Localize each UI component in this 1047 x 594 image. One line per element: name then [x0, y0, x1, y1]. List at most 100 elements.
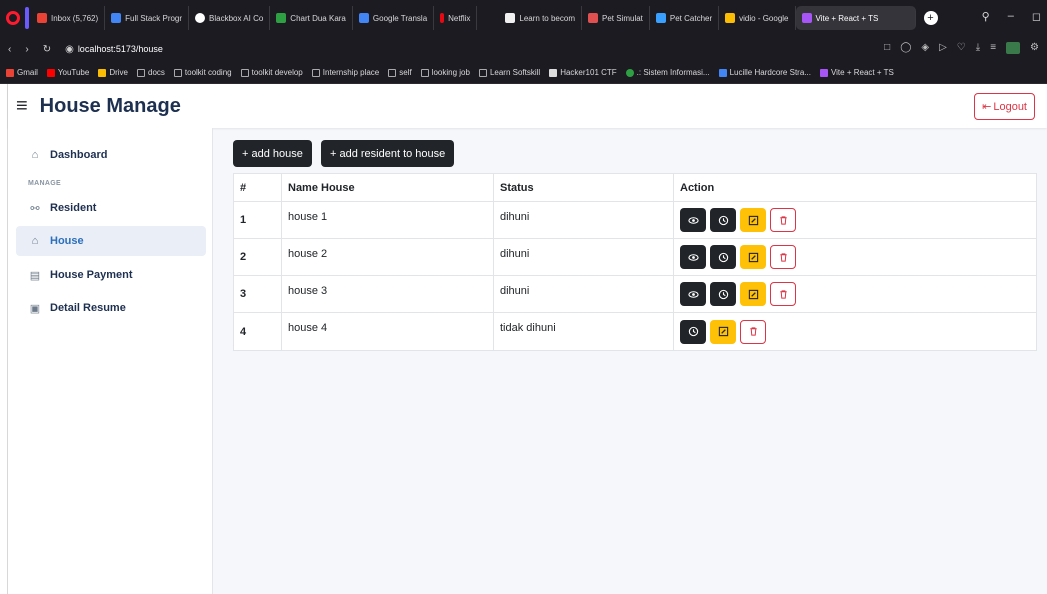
browser-tab[interactable]: Chart Dua Kara: [270, 6, 353, 30]
hamburger-menu-icon[interactable]: ≡: [16, 95, 28, 118]
folder-icon: [311, 68, 320, 77]
play-icon[interactable]: ▷: [939, 42, 947, 54]
heart-icon[interactable]: ♡: [957, 42, 966, 54]
browser-tab[interactable]: Netflix: [434, 6, 478, 30]
sidebar-item-label: Dashboard: [50, 149, 108, 161]
browser-tab[interactable]: vidio - Google: [719, 6, 796, 30]
browser-tab[interactable]: Blackbox AI Co: [189, 6, 271, 30]
history-button[interactable]: [710, 245, 736, 269]
bookmark-item[interactable]: Gmail: [6, 68, 38, 77]
history-button[interactable]: [710, 282, 736, 306]
bookmark-folder[interactable]: docs: [137, 68, 165, 77]
bookmark-item[interactable]: Hacker101 CTF: [549, 68, 617, 77]
page-icon: [549, 68, 558, 77]
house-status: tidak dihuni: [494, 313, 674, 350]
minimize-icon[interactable]: –: [1008, 10, 1014, 23]
action-cell: [674, 313, 1036, 350]
browser-tab[interactable]: Learn to becom: [499, 6, 582, 30]
browser-tab[interactable]: Full Stack Progr: [105, 6, 190, 30]
delete-button[interactable]: [770, 208, 796, 232]
bookmark-item[interactable]: .: Sistem Informasi...: [625, 68, 710, 77]
house-status: dihuni: [494, 276, 674, 312]
search-tabs-icon[interactable]: ⚲: [982, 10, 990, 23]
sidebar-item-label: House: [50, 235, 84, 247]
settings-icon[interactable]: ⚙: [1030, 42, 1039, 54]
delete-button[interactable]: [770, 282, 796, 306]
column-header: Name House: [282, 174, 494, 201]
edit-button[interactable]: [740, 208, 766, 232]
view-button[interactable]: [680, 208, 706, 232]
game-icon: [655, 13, 666, 23]
logout-label: Logout: [993, 100, 1027, 113]
menu-icon[interactable]: ≡: [990, 42, 996, 54]
snap-icon[interactable]: ◻: [1032, 10, 1041, 23]
logout-icon: ⇤: [982, 101, 992, 113]
translate-icon: [358, 13, 369, 23]
logout-button[interactable]: ⇤ Logout: [974, 93, 1035, 120]
action-cell: [674, 239, 1036, 275]
bookmark-item[interactable]: Drive: [98, 68, 128, 77]
sidebar-item-house[interactable]: ⌂ House: [16, 226, 206, 256]
browser-tab-active[interactable]: Vite + React + TS: [795, 6, 916, 30]
edit-button[interactable]: [740, 245, 766, 269]
shield-icon[interactable]: ◈: [921, 42, 929, 54]
bookmark-item[interactable]: Lucille Hardcore Stra...: [718, 68, 811, 77]
action-cell: [674, 276, 1036, 312]
view-button[interactable]: [680, 245, 706, 269]
view-button[interactable]: [680, 282, 706, 306]
browser-tab[interactable]: Pet Simulat: [582, 6, 650, 30]
sidebar-item-resident[interactable]: ⚯ Resident: [16, 193, 206, 223]
add-house-button[interactable]: + add house: [233, 140, 312, 167]
bookmark-folder[interactable]: looking job: [420, 68, 470, 77]
site-info-icon[interactable]: ◉: [65, 44, 74, 55]
add-resident-button[interactable]: + add resident to house: [321, 140, 455, 167]
history-button[interactable]: [680, 319, 706, 344]
delete-button[interactable]: [740, 319, 766, 344]
bookmark-folder[interactable]: Learn Softskill: [478, 68, 540, 77]
back-icon[interactable]: ‹: [8, 44, 11, 55]
opera-logo-icon[interactable]: [6, 11, 20, 25]
docs-icon: [111, 13, 122, 23]
gmail-icon: [6, 68, 14, 77]
eye-icon: [687, 253, 699, 261]
home-icon: ⌂: [31, 149, 39, 161]
browser-tab[interactable]: Pet Catcher: [650, 6, 720, 30]
eye-icon: [687, 290, 699, 298]
clock-icon: [718, 252, 728, 262]
forward-icon[interactable]: ›: [25, 44, 28, 55]
house-table: # Name House Status Action 1 house 1 dih…: [233, 173, 1037, 351]
edit-button[interactable]: [740, 282, 766, 306]
bookmark-folder[interactable]: toolkit coding: [173, 68, 232, 77]
folder-icon: [137, 68, 145, 77]
clock-icon: [688, 326, 698, 337]
edit-icon: [748, 289, 758, 299]
house-name: house 2: [282, 239, 494, 275]
screenshot-icon[interactable]: □: [884, 42, 890, 54]
sidebar-item-dashboard[interactable]: ⌂ Dashboard: [16, 140, 206, 170]
avatar[interactable]: [1006, 42, 1021, 54]
row-number: 3: [234, 276, 282, 312]
browser-tab[interactable]: Google Transla: [353, 6, 435, 30]
sidebar-item-house-payment[interactable]: ▤ House Payment: [16, 260, 206, 290]
new-tab-icon[interactable]: +: [923, 11, 938, 25]
bookmark-item[interactable]: YouTube: [46, 68, 89, 77]
camera-icon[interactable]: ◯: [900, 42, 911, 54]
page-title: House Manage: [39, 94, 181, 117]
bookmark-folder[interactable]: self: [388, 68, 412, 77]
clock-icon: [718, 289, 728, 299]
edit-button[interactable]: [710, 319, 736, 344]
delete-button[interactable]: [770, 245, 796, 269]
history-button[interactable]: [710, 208, 736, 232]
reload-icon[interactable]: ↻: [43, 44, 51, 55]
download-icon[interactable]: ⤓: [976, 42, 980, 54]
bookmark-item[interactable]: Vite + React + TS: [819, 68, 894, 77]
browser-tab[interactable]: Inbox (5,762): [31, 6, 106, 30]
bookmark-folder[interactable]: toolkit develop: [240, 68, 303, 77]
sidebar-item-detail-resume[interactable]: ▣ Detail Resume: [16, 293, 206, 323]
edit-icon: [748, 215, 758, 225]
trash-icon: [779, 289, 787, 299]
gmail-icon: [37, 13, 47, 23]
url-field[interactable]: localhost:5173/house: [78, 44, 163, 54]
home-icon: ⌂: [31, 235, 39, 247]
bookmark-folder[interactable]: Internship place: [311, 68, 379, 77]
